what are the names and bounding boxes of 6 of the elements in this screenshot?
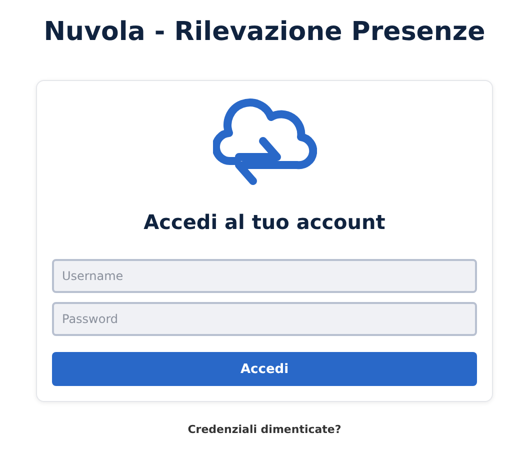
login-heading: Accedi al tuo account: [142, 209, 386, 235]
username-field[interactable]: Username: [52, 259, 477, 293]
login-button[interactable]: Accedi: [52, 352, 477, 386]
forgot-credentials-link[interactable]: Credenziali dimenticate?: [188, 423, 342, 436]
app-title: Nuvola - Rilevazione Presenze: [44, 16, 486, 49]
password-field[interactable]: Password: [52, 302, 477, 336]
